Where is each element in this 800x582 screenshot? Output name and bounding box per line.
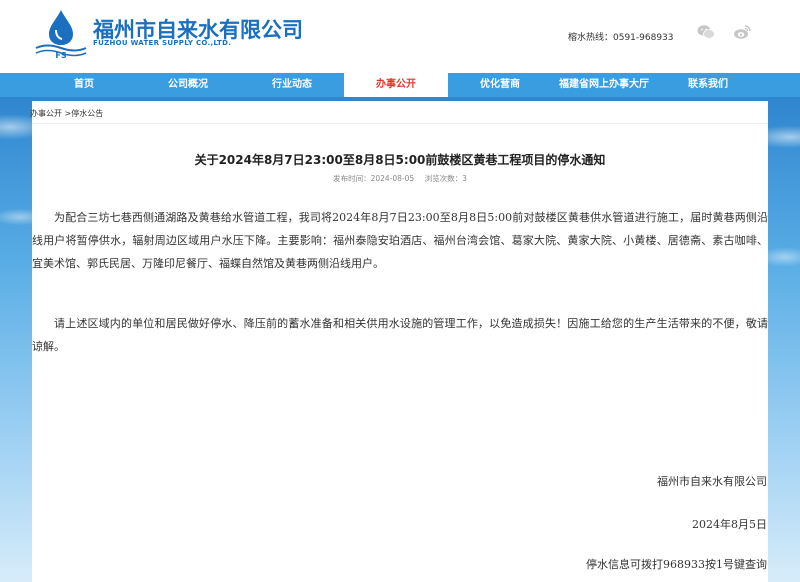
site-header: FS 福州市自来水有限公司 FUZHOU WATER SUPPLY CO.,LT… — [0, 0, 800, 73]
article-paragraph: 为配合三坊七巷西侧通湖路及黄巷给水管道工程，我司将2024年8月7日23:00至… — [32, 211, 768, 270]
article-paragraph: 请上述区域内的单位和居民做好停水、降压前的蓄水准备和相关供用水设施的管理工作，以… — [32, 317, 768, 353]
breadcrumb[interactable]: 办事公开 >停水公告 — [30, 108, 103, 119]
view-count: 浏览次数：3 — [424, 174, 467, 183]
signature-company: 福州市自来水有限公司 — [657, 475, 767, 488]
publish-time: 发布时间：2024-08-05 — [333, 174, 415, 183]
weibo-icon[interactable] — [733, 24, 751, 40]
article-meta: 发布时间：2024-08-05 浏览次数：3 — [32, 173, 768, 184]
company-logo[interactable]: FS — [34, 8, 89, 60]
signature-date: 2024年8月5日 — [692, 518, 767, 531]
main-navigation: 首页 公司概况 行业动态 办事公开 优化营商 福建省网上办事大厅 联系我们 — [0, 73, 800, 97]
footer-note: 停水信息可拨打968933按1号键查询 — [586, 558, 767, 571]
nav-item-contact-us[interactable]: 联系我们 — [656, 73, 760, 97]
nav-item-company-overview[interactable]: 公司概况 — [136, 73, 240, 97]
wechat-icon[interactable] — [697, 24, 715, 40]
nav-item-industry-news[interactable]: 行业动态 — [240, 73, 344, 97]
breadcrumb-divider — [32, 123, 768, 124]
brand-name-english: FUZHOU WATER SUPPLY CO.,LTD. — [93, 39, 232, 47]
svg-text:FS: FS — [55, 51, 66, 60]
article-title: 关于2024年8月7日23:00至8月8日5:00前鼓楼区黄巷工程项目的停水通知 — [194, 153, 606, 167]
hotline-text: 榕水热线：0591-968933 — [568, 33, 674, 43]
nav-item-public-affairs[interactable]: 办事公开 — [344, 73, 448, 97]
nav-item-home[interactable]: 首页 — [32, 73, 136, 97]
nav-item-online-service-hall[interactable]: 福建省网上办事大厅 — [552, 73, 656, 97]
nav-item-business-environment[interactable]: 优化营商 — [448, 73, 552, 97]
